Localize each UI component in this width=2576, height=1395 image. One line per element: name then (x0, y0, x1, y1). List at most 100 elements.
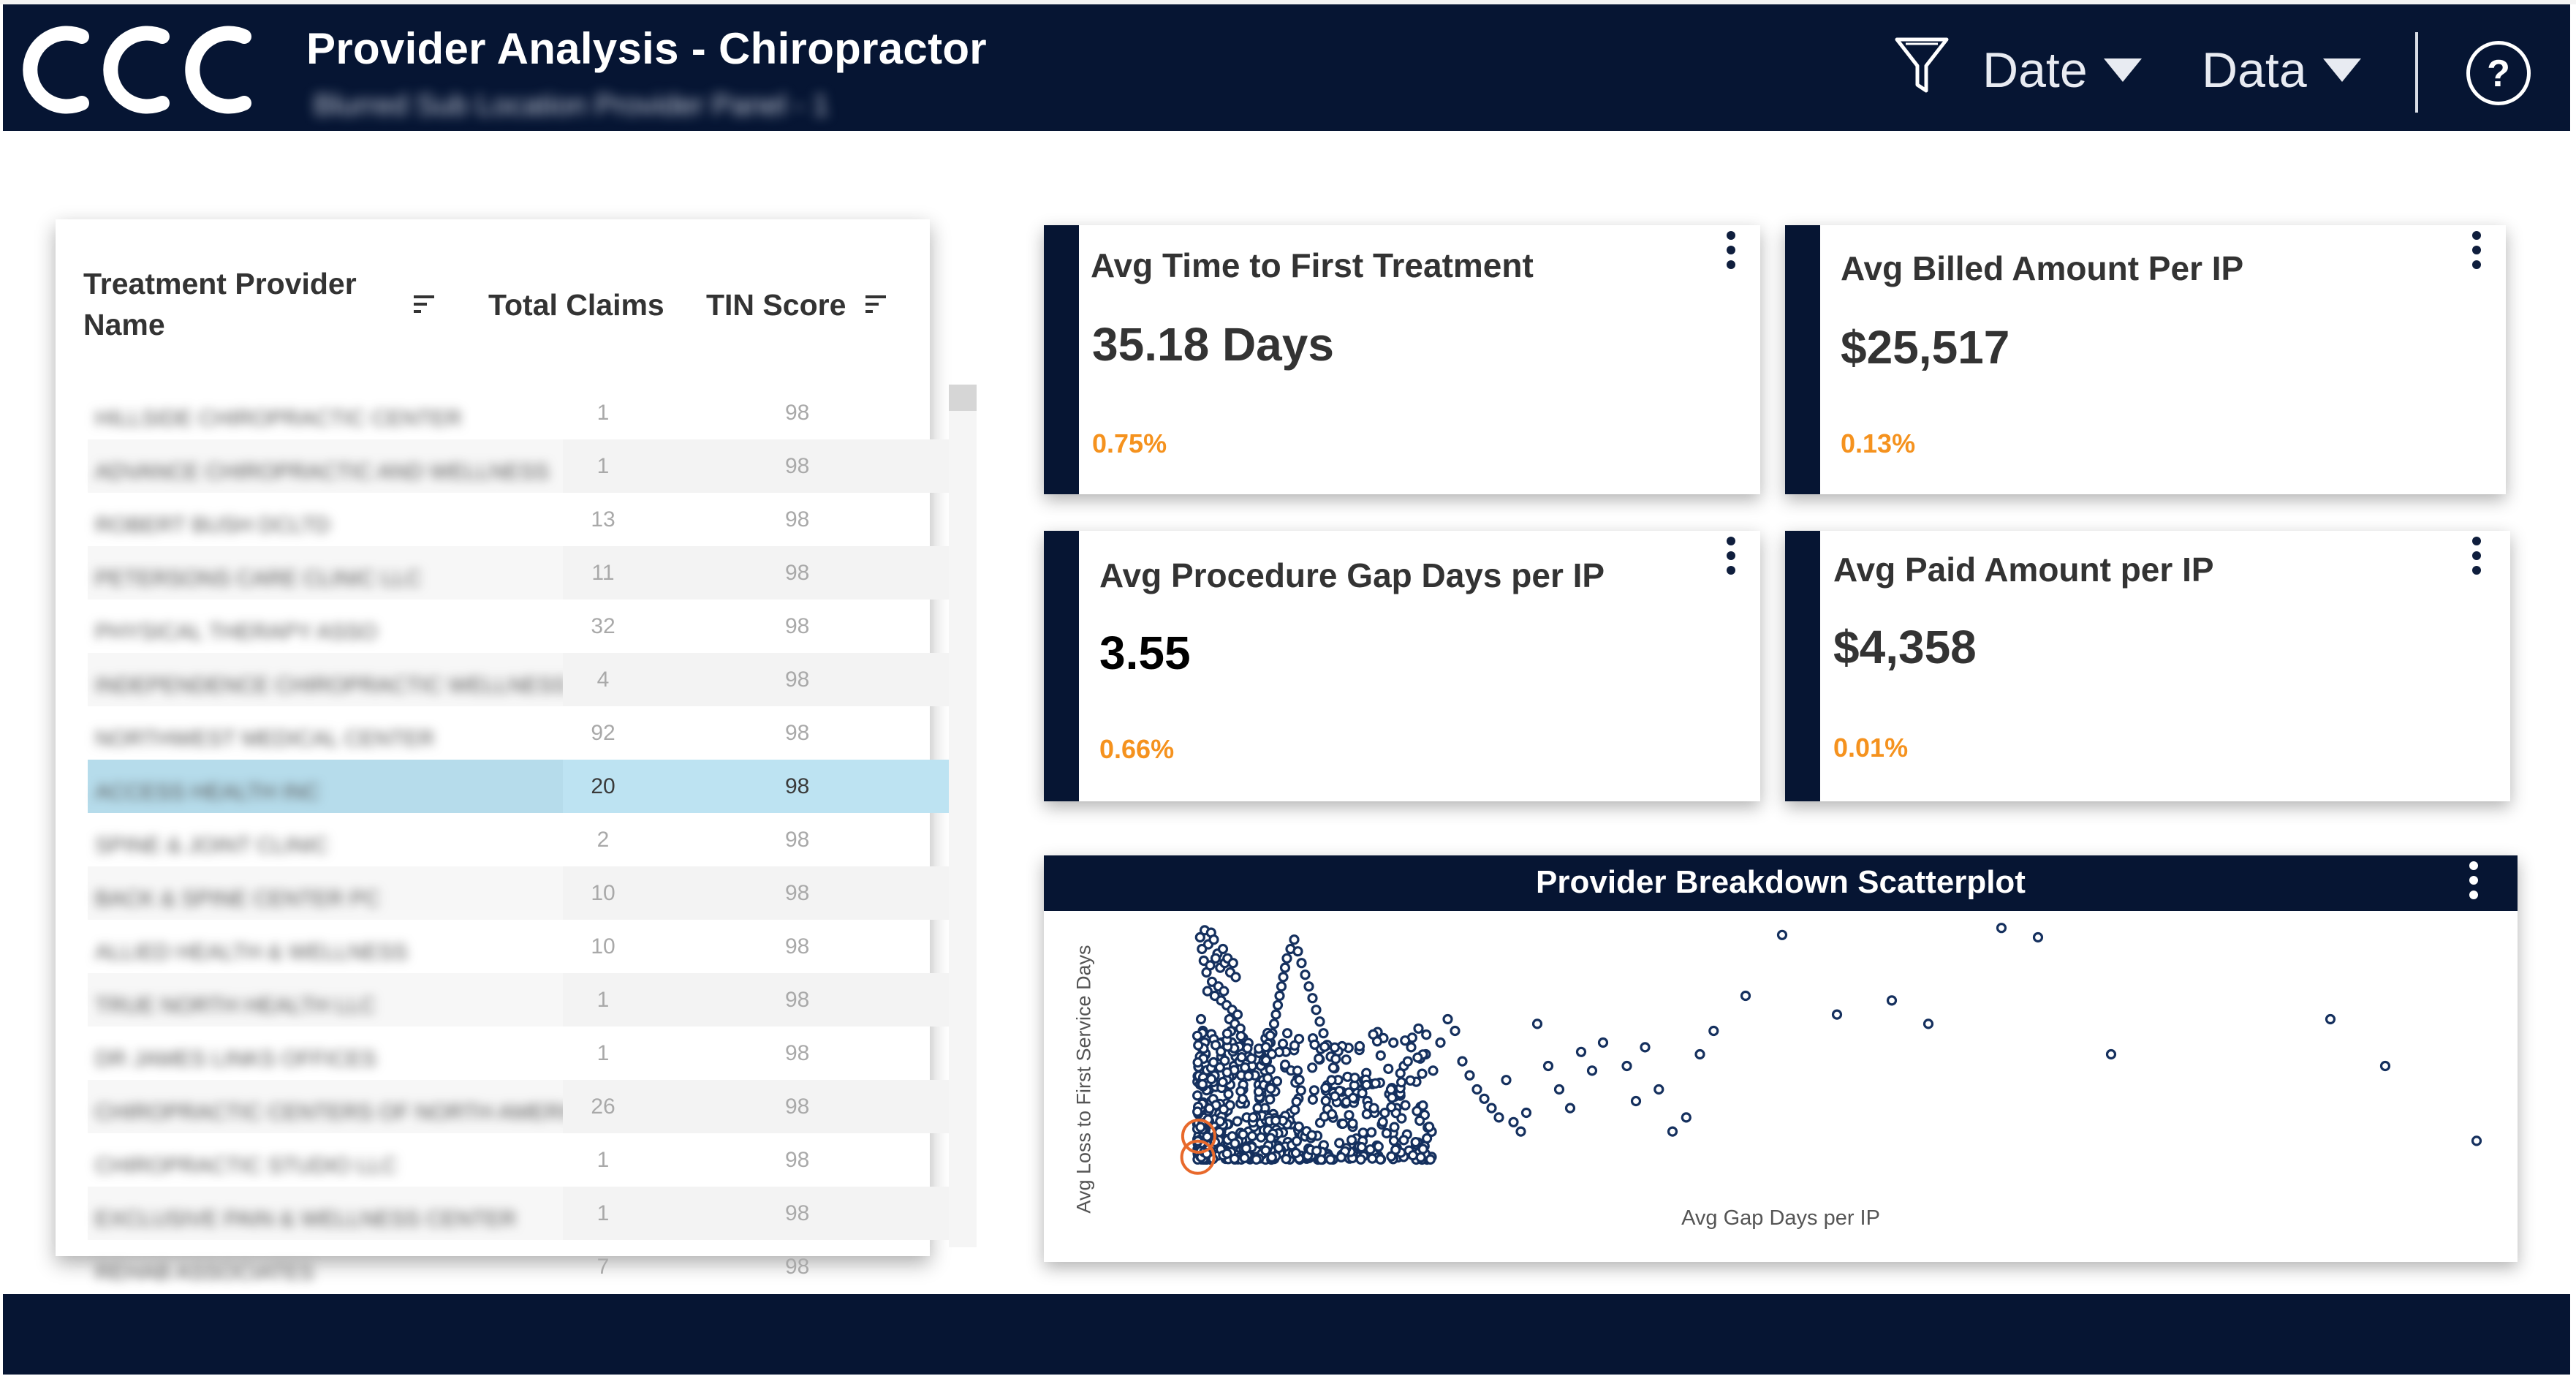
scatter-point[interactable] (1377, 1116, 1388, 1127)
scatter-point[interactable] (1266, 1048, 1278, 1059)
scatter-point[interactable] (1242, 1043, 1253, 1054)
scatter-point[interactable] (1237, 1094, 1248, 1105)
scatter-point[interactable] (1996, 923, 2007, 934)
scatter-point[interactable] (1265, 1133, 1276, 1143)
scatter-point[interactable] (1402, 1056, 1413, 1067)
scatter-point[interactable] (1421, 1029, 1432, 1040)
scatter-point[interactable] (1262, 1073, 1273, 1084)
scatter-point[interactable] (1248, 1112, 1259, 1123)
scatter-point[interactable] (1389, 1122, 1400, 1133)
scatter-point[interactable] (1355, 1154, 1366, 1165)
scatter-point[interactable] (1291, 1096, 1302, 1107)
scatter-point[interactable] (1232, 1116, 1243, 1127)
scatter-point[interactable] (1273, 1143, 1284, 1154)
scatter-point[interactable] (1281, 953, 1292, 964)
scatter-point[interactable] (1260, 1145, 1271, 1156)
scatter-point[interactable] (1197, 943, 1208, 955)
scatter-point[interactable] (1192, 1030, 1203, 1041)
scatter-point[interactable] (1318, 1028, 1329, 1039)
scatter-point[interactable] (1375, 1154, 1386, 1165)
scatter-point[interactable] (1193, 1040, 1204, 1051)
table-row[interactable]: ALLIED HEALTH & WELLNESS 10 98 (72, 920, 949, 973)
scatter-point[interactable] (1215, 1116, 1226, 1127)
scatter-point[interactable] (1278, 972, 1289, 983)
scatter-point[interactable] (1223, 1089, 1234, 1100)
scatter-point[interactable] (1307, 993, 1318, 1004)
scatter-point[interactable] (1464, 1070, 1475, 1081)
scatter-point[interactable] (1238, 1129, 1249, 1140)
scatter-point[interactable] (1270, 1009, 1281, 1020)
scatter-point[interactable] (1274, 990, 1285, 1002)
scatter-point[interactable] (1681, 1112, 1692, 1123)
scatter-point[interactable] (1424, 1122, 1435, 1133)
scatter-point[interactable] (1253, 1086, 1264, 1097)
scatter-point[interactable] (1388, 1037, 1399, 1048)
scatter-point[interactable] (1217, 943, 1229, 955)
scatter-point[interactable] (1251, 1154, 1262, 1165)
scatter-point[interactable] (1290, 1147, 1301, 1159)
funnel-icon[interactable] (1893, 32, 1951, 98)
scatter-point[interactable] (1368, 1103, 1379, 1114)
scatter-point[interactable] (1192, 1090, 1203, 1101)
scatter-point[interactable] (1230, 972, 1241, 983)
column-header-tin-score[interactable]: TIN Score (706, 288, 846, 322)
scatter-point[interactable] (1653, 1084, 1664, 1095)
scatter-point[interactable] (1300, 969, 1311, 980)
scatter-point[interactable] (2325, 1013, 2336, 1025)
table-row[interactable]: ACCESS HEALTH INC 20 98 (72, 760, 949, 813)
scatter-point[interactable] (1386, 1151, 1397, 1162)
scatter-point[interactable] (1630, 1095, 1642, 1107)
scatter-point[interactable] (1289, 934, 1300, 945)
scatter-point[interactable] (1694, 1048, 1705, 1060)
scatter-point[interactable] (1442, 1013, 1453, 1025)
sort-icon[interactable] (865, 294, 887, 314)
scatter-point[interactable] (1327, 1062, 1338, 1073)
scatter-point[interactable] (1219, 986, 1230, 997)
scatter-point[interactable] (1501, 1075, 1512, 1086)
scatter-point[interactable] (1192, 1057, 1203, 1068)
scatter-point[interactable] (1329, 1042, 1340, 1053)
scatter-point[interactable] (1886, 995, 1898, 1006)
scatter-point[interactable] (1303, 981, 1314, 992)
scatter-point[interactable] (1381, 1127, 1392, 1139)
table-row[interactable]: INDEPENDENCE CHIROPRACTIC WELLNESS 4 98 (72, 653, 949, 706)
scatter-point[interactable] (1341, 1054, 1352, 1065)
scatter-point[interactable] (1311, 1005, 1322, 1016)
scatter-point[interactable] (1356, 1142, 1367, 1153)
scatter-point[interactable] (2379, 1060, 2391, 1072)
scatter-point[interactable] (1307, 1094, 1318, 1105)
scatter-point[interactable] (1365, 1144, 1376, 1155)
scatter-point[interactable] (1387, 1092, 1398, 1103)
scatter-point[interactable] (1227, 958, 1238, 969)
scatter-point[interactable] (1396, 1077, 1407, 1088)
scatter-point[interactable] (1435, 1037, 1446, 1048)
sort-icon[interactable] (414, 294, 436, 314)
scatter-point[interactable] (1289, 1040, 1300, 1051)
scatter-point[interactable] (1208, 1056, 1219, 1068)
scatter-point[interactable] (1221, 1067, 1232, 1078)
scatter-point[interactable] (1354, 1040, 1365, 1052)
more-vertical-icon[interactable] (2468, 861, 2480, 902)
scatter-point[interactable] (1204, 1103, 1215, 1114)
scatter-point[interactable] (1412, 1052, 1423, 1063)
scatter-point[interactable] (1246, 1130, 1258, 1142)
scatter-point[interactable] (1385, 1084, 1396, 1095)
scatter-point[interactable] (1471, 1084, 1482, 1095)
scatter-point[interactable] (2471, 1135, 2482, 1146)
scatter-point[interactable] (1367, 1153, 1378, 1164)
scatter-point[interactable] (1232, 1009, 1243, 1020)
scatter-point[interactable] (1240, 1143, 1251, 1154)
scatter-point[interactable] (1425, 1154, 1436, 1165)
table-row[interactable]: ROBERT BUSH DCLTD 13 98 (72, 493, 949, 546)
scatter-point[interactable] (1375, 1050, 1386, 1061)
scatter-point[interactable] (1256, 1132, 1267, 1143)
scatter-point[interactable] (1667, 1126, 1678, 1137)
scatter-point[interactable] (1279, 962, 1291, 973)
scatter-point[interactable] (1410, 1137, 1421, 1148)
table-row[interactable]: REHAB ASSOCIATES 7 98 (72, 1240, 949, 1293)
scatter-point[interactable] (1306, 1130, 1317, 1141)
column-header-provider-name[interactable]: Treatment Provider Name (83, 263, 357, 345)
scatter-point[interactable] (1296, 958, 1307, 969)
scatter-point[interactable] (1235, 1031, 1246, 1042)
scatter-point[interactable] (1320, 1082, 1331, 1094)
